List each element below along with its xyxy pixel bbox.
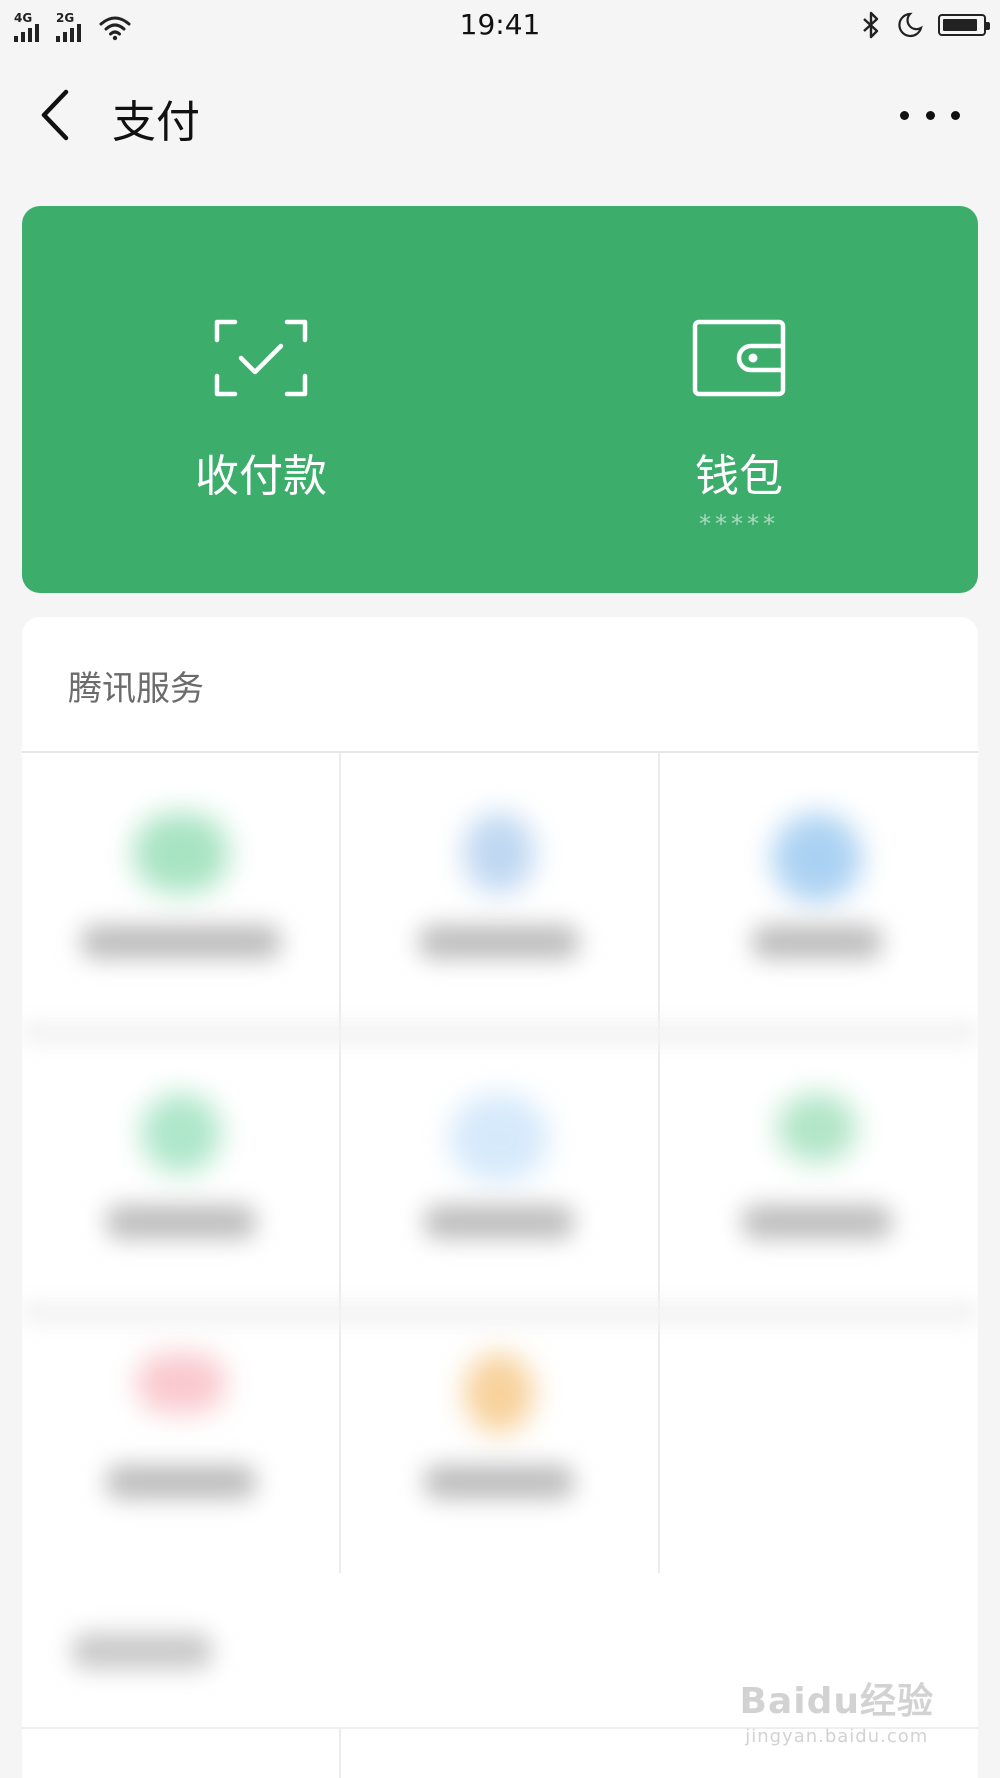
service-tile[interactable] <box>658 1033 976 1303</box>
service-label-blurred <box>81 925 281 959</box>
service-icon <box>133 813 229 893</box>
section-title-blurred <box>72 1633 212 1669</box>
watermark: Baidu经验 jingyan.baidu.com <box>740 1672 934 1747</box>
chevron-left-icon <box>41 89 69 141</box>
service-icon <box>449 1093 549 1183</box>
services-panel: 腾讯服务 <box>22 617 978 1778</box>
service-tile[interactable] <box>22 753 340 1023</box>
service-label-blurred <box>424 1465 574 1499</box>
service-tile[interactable] <box>658 753 976 1023</box>
service-icon <box>777 1093 857 1163</box>
service-label-blurred <box>742 1205 892 1239</box>
service-icon <box>464 813 534 893</box>
service-tile[interactable] <box>22 1293 340 1563</box>
wallet-balance-masked: ***** <box>699 510 779 538</box>
more-button[interactable] <box>900 100 960 130</box>
watermark-logo-text: Baidu经验 <box>739 1681 934 1722</box>
service-icon <box>136 1353 226 1413</box>
watermark-url: jingyan.baidu.com <box>745 1726 929 1747</box>
service-label-blurred <box>424 1205 574 1239</box>
service-tile[interactable] <box>340 1293 658 1563</box>
wallet-button[interactable]: 钱包 ***** <box>500 206 978 593</box>
service-tile[interactable] <box>22 1033 340 1303</box>
service-icon <box>772 813 862 903</box>
divider <box>339 1729 341 1778</box>
bluetooth-icon <box>863 11 879 39</box>
battery-icon <box>938 14 990 36</box>
status-time: 19:41 <box>459 8 541 41</box>
service-tile[interactable] <box>340 1033 658 1303</box>
status-right <box>860 10 990 40</box>
service-label-blurred <box>419 925 579 959</box>
receive-pay-button[interactable]: 收付款 <box>22 206 500 593</box>
page-title: 支付 <box>112 97 200 148</box>
back-button[interactable] <box>30 80 80 150</box>
service-icon <box>464 1353 534 1433</box>
more-dots-icon <box>900 110 909 120</box>
wallet-icon <box>692 319 786 397</box>
status-bar: 4G 2G 19:41 <box>0 0 1000 50</box>
service-label-blurred <box>106 1465 256 1499</box>
receive-pay-label: 收付款 <box>195 451 327 502</box>
nav-bar: 支付 <box>0 60 1000 180</box>
service-tile[interactable] <box>340 753 658 1023</box>
services-title: 腾讯服务 <box>68 669 204 709</box>
wallet-label: 钱包 <box>695 451 783 502</box>
service-label-blurred <box>106 1205 256 1239</box>
pay-card: 收付款 钱包 ***** <box>22 206 978 593</box>
service-icon <box>141 1093 221 1173</box>
moon-icon <box>898 12 923 38</box>
scan-check-icon <box>214 319 308 397</box>
service-label-blurred <box>752 925 882 959</box>
